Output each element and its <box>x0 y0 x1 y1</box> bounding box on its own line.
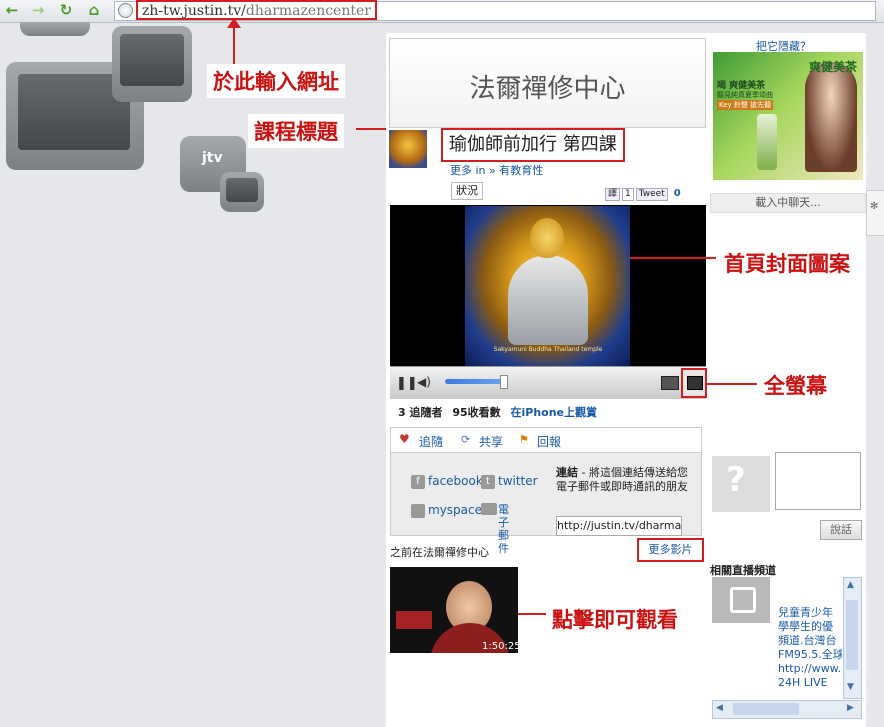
globe-icon <box>118 3 133 18</box>
video-stats: 3 追隨者 95收看數 在iPhone上觀賞 <box>398 404 597 420</box>
back-icon[interactable]: ← <box>2 1 22 19</box>
category-link[interactable]: 有教育性 <box>499 164 543 177</box>
annotation-arrow <box>707 383 757 385</box>
horizontal-scrollbar[interactable]: ◀ ▶ <box>712 700 862 719</box>
chat-settings[interactable]: ✻ <box>866 190 884 236</box>
related-channel-description[interactable]: 兒童青少年 學學生的優 頻道.台灣台 FM95.5.全球 http://www.… <box>778 606 842 690</box>
related-title: 相關直播頻道 <box>710 564 776 577</box>
email-share[interactable]: 電子郵件 <box>498 503 510 555</box>
scroll-left-icon[interactable]: ◀ <box>716 703 723 713</box>
annotation-click-to-watch: 點擊即可觀看 <box>546 600 686 664</box>
report-button[interactable]: 回報 <box>537 433 561 450</box>
share-mini-button[interactable]: 譯 <box>605 188 621 201</box>
ad-line3: Key 鈴聲 搶先聽 <box>717 100 774 110</box>
followers-count: 3 追隨者 <box>398 406 443 419</box>
annotation-arrow <box>630 257 720 259</box>
vertical-scrollbar[interactable]: ▲ ▼ <box>843 577 862 699</box>
view-count: 95收看數 <box>452 406 501 419</box>
thumb-sign <box>396 611 432 629</box>
flag-icon: ⚑ <box>519 433 529 446</box>
ad-brand: 爽健美茶 <box>809 60 858 74</box>
annotation-fullscreen: 全螢幕 <box>758 368 839 420</box>
more-videos-link[interactable]: 更多影片 <box>637 538 704 562</box>
annotation-enter-url: 於此輸入網址 <box>207 64 345 98</box>
related-channel-thumbnail[interactable] <box>712 577 770 623</box>
more-in-category[interactable]: 更多 in » 有教育性 <box>450 162 543 178</box>
previous-video-thumbnail[interactable]: 1:50:25 <box>390 567 518 653</box>
send-chat-button[interactable]: 說話 <box>820 520 862 540</box>
myspace-icon <box>411 503 425 518</box>
ad-bottle <box>757 114 777 170</box>
home-icon[interactable]: ⌂ <box>84 1 104 19</box>
url-domain: zh-tw.justin.tv/ <box>142 3 246 19</box>
previous-videos-label: 之前在法爾禪修中心 <box>390 546 489 559</box>
buddha-head <box>530 218 564 258</box>
scroll-thumb-horizontal[interactable] <box>733 703 799 715</box>
link-description: 連結 - 將這個連結傳送給您電子郵件或即時通訊的朋友 <box>556 466 688 493</box>
facebook-share[interactable]: f facebook <box>411 474 483 489</box>
scroll-down-icon[interactable]: ▼ <box>847 682 854 692</box>
tweet-count: 0 <box>673 188 681 199</box>
tweet-button[interactable]: Tweet <box>635 188 668 201</box>
forward-icon[interactable]: → <box>28 1 48 19</box>
scroll-thumb[interactable] <box>846 600 858 670</box>
follow-button[interactable]: 追隨 <box>419 433 443 450</box>
myspace-share[interactable]: myspace <box>411 503 482 518</box>
annotation-home-cover: 首頁封面圖案 <box>716 244 858 282</box>
ad-person <box>805 62 857 172</box>
volume-icon[interactable]: ◀) <box>417 375 431 389</box>
scroll-up-icon[interactable]: ▲ <box>847 580 854 590</box>
tv-screen-decoration <box>120 34 184 86</box>
pause-icon[interactable]: ❚❚ <box>396 376 418 391</box>
reload-icon[interactable]: ↻ <box>56 1 76 19</box>
tv-screen-decoration <box>226 178 258 202</box>
share-link-input[interactable]: http://justin.tv/dharmaz <box>556 516 682 536</box>
popout-icon[interactable] <box>661 376 679 390</box>
status-tab[interactable]: 狀況 <box>451 182 483 200</box>
volume-knob[interactable] <box>500 375 508 389</box>
user-avatar: ? <box>712 456 770 512</box>
facebook-icon: f <box>411 474 425 489</box>
annotation-arrow <box>518 613 548 615</box>
player-controls <box>390 366 706 399</box>
ad-line2: 聽見純真夏季頌曲 <box>717 91 773 99</box>
channel-avatar[interactable] <box>389 130 427 168</box>
share-icon: ⟳ <box>461 433 471 446</box>
advertisement-banner[interactable]: 爽健美茶 喝 爽健美茶 聽見純真夏季頌曲 Key 鈴聲 搶先聽 <box>713 52 863 180</box>
gear-icon[interactable]: ✻ <box>870 201 878 212</box>
share-count: 1 <box>622 188 634 201</box>
email-icon <box>481 503 497 515</box>
annotation-course-title: 課程標題 <box>248 114 344 148</box>
video-caption: Sakyamuni Buddha Thailand temple <box>493 346 603 353</box>
twitter-icon: t <box>481 474 495 489</box>
share-button[interactable]: 共享 <box>479 433 503 450</box>
url-path: dharmazencenter <box>245 3 371 19</box>
social-mini-bar: 譯 1 Tweet 0 <box>605 188 681 201</box>
unknown-user-icon: ? <box>726 460 746 500</box>
iphone-link[interactable]: 在iPhone上觀賞 <box>510 406 597 419</box>
tv-bubble-decoration <box>20 22 90 36</box>
heart-icon: ♥ <box>399 432 410 446</box>
fullscreen-button[interactable] <box>681 368 707 398</box>
annotation-arrow <box>233 22 235 66</box>
volume-slider[interactable] <box>445 379 505 384</box>
url-field[interactable]: zh-tw.justin.tv/dharmazencenter <box>136 0 377 20</box>
channel-title: 法爾禪修中心 <box>469 74 626 104</box>
scroll-right-icon[interactable]: ▶ <box>847 703 854 713</box>
chat-input[interactable] <box>775 452 861 510</box>
tv-placeholder-icon <box>730 587 756 613</box>
fullscreen-icon <box>687 376 703 390</box>
chat-loading: 載入中聊天... <box>710 193 866 213</box>
annotation-arrowhead <box>227 18 241 28</box>
buddha-figure <box>508 255 588 345</box>
twitter-share[interactable]: t twitter <box>481 474 538 489</box>
thumb-duration: 1:50:25 <box>482 641 518 652</box>
lesson-title: 瑜伽師前加行 第四課 <box>441 128 625 162</box>
